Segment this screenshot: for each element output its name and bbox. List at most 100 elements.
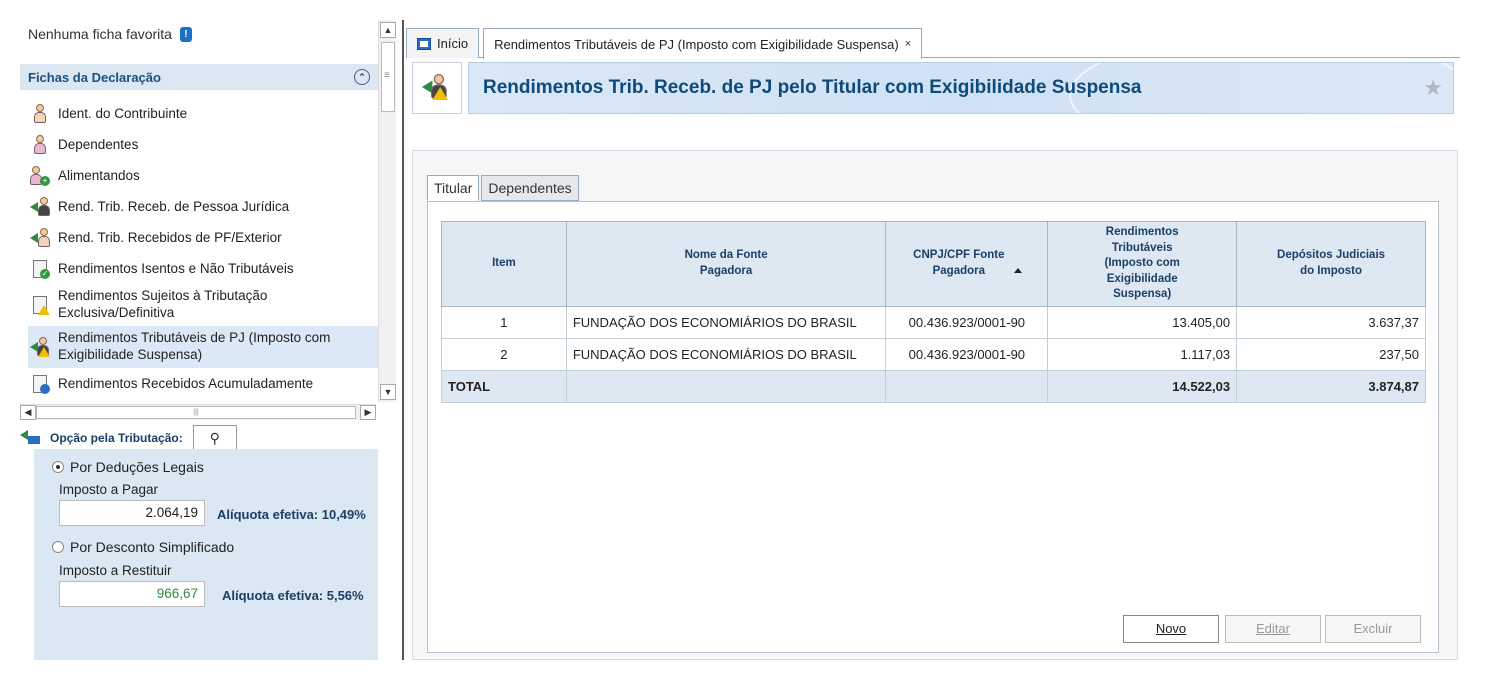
radio-icon-off[interactable] [52,541,64,553]
inner-tabs: Titular Dependentes [427,175,581,201]
suspended-tax-icon [422,74,448,100]
ficha-label: Rend. Trib. Recebidos de PF/Exterior [58,230,282,245]
ficha-rend-pj[interactable]: Rend. Trib. Receb. de Pessoa Jurídica [20,191,378,222]
col-rendimentos[interactable]: Rendimentos Tributáveis (Imposto com Exi… [1047,221,1238,307]
content-frame: Titular Dependentes Item Nome da Fonte P… [412,150,1458,660]
cell-depositos: 237,50 [1236,338,1426,371]
ficha-label: Rendimentos Isentos e Não Tributáveis [58,261,294,276]
col-cnpj[interactable]: CNPJ/CPF Fonte Pagadora [885,221,1049,307]
ficha-alimentandos[interactable]: + Alimentandos [20,160,378,191]
dependents-icon [30,134,50,155]
col-depositos[interactable]: Depósitos Judiciais do Imposto [1236,221,1426,307]
table-total-row: TOTAL 14.522,03 3.874,87 [441,370,1426,403]
ficha-isentos[interactable]: ✓ Rendimentos Isentos e Não Tributáveis [20,253,378,284]
accumulated-income-icon [30,374,50,394]
income-pf-icon [30,227,50,248]
tab-rendimentos-suspensa[interactable]: Rendimentos Tributáveis de PJ (Imposto c… [483,28,923,59]
tax-option-icon [20,430,40,446]
income-table: Item Nome da Fonte Pagadora CNPJ/CPF Fon… [441,221,1426,403]
ficha-ident-contribuinte[interactable]: Ident. do Contribuinte [20,98,378,129]
cell-rendimentos: 1.117,03 [1047,338,1238,371]
cell-nome: FUNDAÇÃO DOS ECONOMIÁRIOS DO BRASIL [565,338,887,371]
deducoes-label: Por Deduções Legais [70,459,204,475]
ficha-label: Dependentes [58,137,139,152]
splitter-grip-icon[interactable]: ≡ [384,70,390,81]
header-banner: Rendimentos Trib. Receb. de PJ pelo Titu… [468,62,1454,114]
person-icon [30,103,50,124]
col-item[interactable]: Item [441,221,567,307]
scroll-up-icon[interactable]: ▲ [380,22,396,38]
search-button[interactable]: ⚲ [192,425,237,451]
app-window: Nenhuma ficha favorita ! Fichas da Decla… [20,20,1460,660]
tab-bar: Início Rendimentos Tributáveis de PJ (Im… [406,28,1460,59]
star-icon[interactable]: ★ [1423,75,1443,101]
left-panel: Nenhuma ficha favorita ! Fichas da Decla… [20,20,398,660]
income-pj-icon [30,196,50,217]
ficha-label: Rendimentos Sujeitos à Tributação Exclus… [58,288,268,320]
alimentandos-icon: + [30,165,50,186]
simplificado-label: Por Desconto Simplificado [70,539,235,555]
favorites-row: Nenhuma ficha favorita ! [28,26,192,42]
horizontal-scrollbar[interactable]: ◀ ||| ▶ [20,404,376,420]
imposto-restituir-label: Imposto a Restituir [59,563,172,578]
tab-dependentes[interactable]: Dependentes [481,175,579,201]
total-empty [885,370,1049,403]
opcao-tributacao-row: Opção pela Tributação: ⚲ [20,424,378,452]
header-icon-box [412,62,462,114]
ficha-label: Alimentandos [58,168,140,183]
cell-nome: FUNDAÇÃO DOS ECONOMIÁRIOS DO BRASIL [565,306,887,339]
ficha-acumuladamente[interactable]: Rendimentos Recebidos Acumuladamente [20,368,378,399]
ficha-suspensa[interactable]: Rendimentos Tributáveis de PJ (Imposto c… [28,326,378,368]
ficha-rend-pf[interactable]: Rend. Trib. Recebidos de PF/Exterior [20,222,378,253]
total-rendimentos: 14.522,03 [1047,370,1238,403]
opcao-label: Opção pela Tributação: [50,431,183,445]
ficha-exclusiva[interactable]: Rendimentos Sujeitos à Tributação Exclus… [20,284,378,326]
cell-cnpj: 00.436.923/0001-90 [885,338,1049,371]
tab-titular[interactable]: Titular [427,175,480,201]
cell-item: 1 [441,306,567,339]
radio-deducoes-legais[interactable]: Por Deduções Legais [52,459,204,475]
total-empty [565,370,887,403]
tab-inicio-label: Início [437,36,469,51]
imposto-restituir-value: 966,67 [59,581,205,607]
close-icon[interactable]: × [905,38,911,50]
col-nome-fonte[interactable]: Nome da Fonte Pagadora [565,221,887,307]
ficha-label: Ident. do Contribuinte [58,106,188,121]
fichas-list: Ident. do Contribuinte Dependentes + Ali… [20,98,378,399]
imposto-pagar-value: 2.064,19 [59,500,205,526]
total-label: TOTAL [441,370,567,403]
sort-asc-icon [1014,268,1023,274]
fichas-header-label: Fichas da Declaração [28,69,161,85]
ficha-label: Rendimentos Recebidos Acumuladamente [58,376,314,391]
suspended-tax-icon [30,337,50,357]
total-depositos: 3.874,87 [1236,370,1426,403]
scroll-right-icon[interactable]: ▶ [360,405,376,420]
favorites-text: Nenhuma ficha favorita [28,26,172,42]
table-row[interactable]: 1 FUNDAÇÃO DOS ECONOMIÁRIOS DO BRASIL 00… [441,306,1426,339]
hscroll-thumb[interactable]: ||| [36,406,356,419]
ficha-label: Rendimentos Tributáveis de PJ (Imposto c… [58,330,331,362]
ficha-dependentes[interactable]: Dependentes [20,129,378,160]
collapse-icon[interactable]: ⌃ [354,69,370,85]
novo-button[interactable]: Novo [1123,615,1219,643]
scroll-left-icon[interactable]: ◀ [20,405,36,420]
tab-inicio[interactable]: Início [406,28,480,58]
right-panel: Início Rendimentos Tributáveis de PJ (Im… [406,20,1460,660]
fichas-header[interactable]: Fichas da Declaração ⌃ [20,64,378,90]
editar-button[interactable]: Editar [1225,615,1321,643]
panel-divider[interactable] [402,20,404,660]
page-title: Rendimentos Trib. Receb. de PJ pelo Titu… [483,77,1142,98]
radio-desconto-simplificado[interactable]: Por Desconto Simplificado [52,539,234,555]
cell-rendimentos: 13.405,00 [1047,306,1238,339]
info-icon[interactable]: ! [179,26,192,42]
radio-icon-on[interactable] [52,461,64,473]
excluir-button[interactable]: Excluir [1325,615,1421,643]
table-header-row: Item Nome da Fonte Pagadora CNPJ/CPF Fon… [441,221,1426,307]
scroll-down-icon[interactable]: ▼ [380,384,396,400]
table-frame: Item Nome da Fonte Pagadora CNPJ/CPF Fon… [427,201,1439,653]
ficha-label: Rend. Trib. Receb. de Pessoa Jurídica [58,199,290,214]
exclusive-tax-icon [30,295,50,315]
home-icon [417,37,431,50]
tab-active-label: Rendimentos Tributáveis de PJ (Imposto c… [494,36,899,52]
table-row[interactable]: 2 FUNDAÇÃO DOS ECONOMIÁRIOS DO BRASIL 00… [441,338,1426,371]
